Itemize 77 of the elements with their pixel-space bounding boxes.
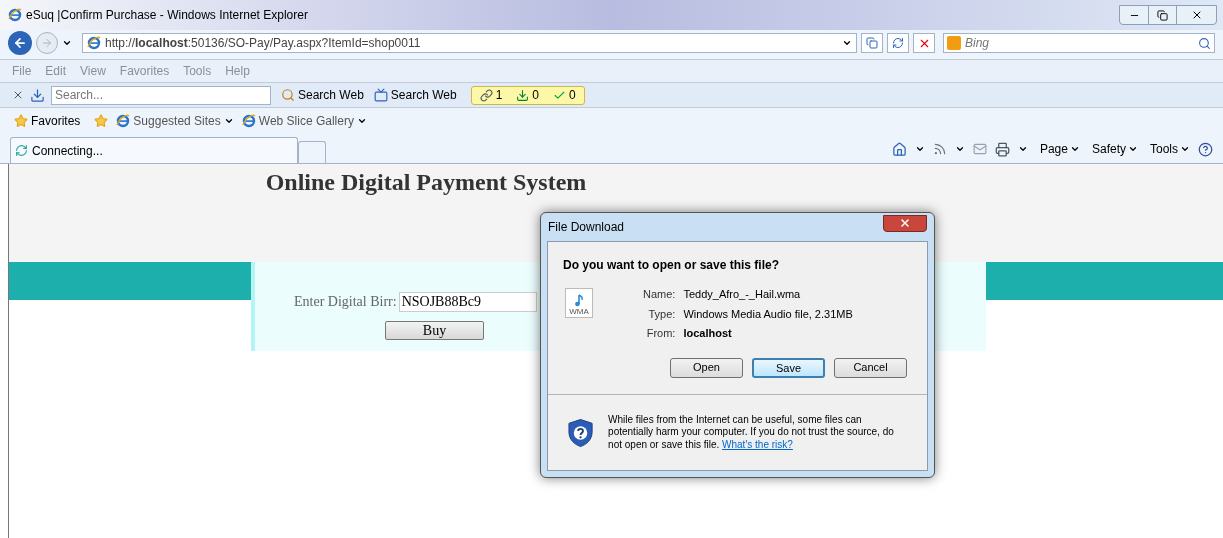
field-label: Enter Digital Birr: — [294, 293, 397, 311]
dialog-question: Do you want to open or save this file? — [563, 257, 781, 274]
detail-value: Windows Media Audio file, 2.31MB — [683, 306, 853, 322]
restore-icon — [1157, 9, 1168, 21]
search-input[interactable]: Bing — [965, 34, 1194, 52]
browser-logo-icon — [87, 36, 101, 50]
file-type-label: WMA — [569, 307, 589, 317]
music-note-icon — [574, 294, 584, 307]
refresh-button[interactable] — [887, 33, 909, 53]
caret-icon — [1069, 144, 1080, 154]
risk-link[interactable]: What's the risk? — [722, 438, 793, 450]
caret-icon — [1128, 144, 1138, 154]
caret-icon — [1180, 144, 1190, 154]
download-icon[interactable] — [30, 87, 45, 103]
browser-logo-icon — [241, 114, 256, 128]
counter[interactable]: 0 — [516, 86, 539, 104]
home-icon[interactable] — [891, 141, 907, 157]
browser-logo-icon — [116, 114, 131, 128]
refresh-icon — [892, 37, 904, 49]
stop-button[interactable] — [913, 33, 935, 53]
detail-label: Type: — [647, 306, 676, 322]
caret-icon[interactable] — [954, 144, 965, 154]
command-menu[interactable]: Tools — [1150, 140, 1190, 158]
buy-button[interactable]: Buy — [385, 321, 484, 340]
counter[interactable]: 1 — [479, 86, 503, 104]
detail-label: From: — [645, 326, 676, 341]
link-icon — [479, 88, 493, 102]
dialog-button[interactable]: Open — [670, 357, 743, 378]
tab-label: Connecting... — [32, 142, 103, 160]
caret-icon[interactable] — [62, 38, 72, 48]
search-field[interactable]: Bing — [943, 33, 1215, 53]
tv-icon — [373, 88, 388, 102]
browser-logo-icon — [8, 8, 22, 22]
digital-birr-field[interactable]: NSOJB88Bc9 — [398, 291, 537, 312]
caret-icon[interactable] — [914, 144, 925, 154]
address-field[interactable]: http://localhost:50136/SO-Pay/Pay.aspx?ItemId=shop0011 — [82, 33, 857, 53]
star-icon — [14, 114, 28, 128]
forward-arrow-icon — [41, 37, 53, 49]
dialog-title: File Download — [548, 219, 625, 236]
favorites-link[interactable]: Suggested Sites — [116, 112, 234, 130]
print-icon[interactable] — [994, 141, 1010, 157]
download-icon — [516, 88, 530, 102]
url-text: http://localhost:50136/SO-Pay/Pay.aspx?ItemId=shop0011 — [105, 35, 421, 52]
loading-icon — [15, 144, 28, 157]
search-icon — [281, 88, 295, 102]
detail-label: Name: — [643, 287, 676, 302]
page-heading: Online Digital Payment System — [265, 168, 587, 196]
search-icon[interactable] — [1198, 36, 1211, 50]
detail-value: Teddy_Afro_-_Hail.wma — [683, 287, 802, 302]
search-web-button[interactable]: Search Web — [281, 86, 364, 104]
command-menu[interactable]: Page — [1039, 140, 1080, 158]
feed-icon[interactable] — [932, 142, 947, 156]
caret-icon[interactable] — [356, 116, 367, 126]
command-menu[interactable]: Safety — [1091, 140, 1138, 158]
caret-icon[interactable] — [1017, 144, 1028, 154]
back-button[interactable] — [8, 31, 32, 55]
shield-question-icon — [568, 417, 594, 448]
dialog-button[interactable]: Save — [752, 357, 825, 378]
search-engine-icon — [947, 36, 961, 50]
detail-value: localhost — [683, 326, 733, 341]
warning-text: While files from the Internet can be useful, some files can potentially harm your computer. If you do not trust the source, do not open or save this file. What's the risk? — [608, 413, 895, 452]
toolbar-search-field[interactable]: Search... — [51, 85, 271, 105]
close-icon — [899, 217, 911, 229]
search-web-button[interactable]: Search Web — [373, 86, 457, 104]
back-arrow-icon — [13, 36, 27, 50]
browser-tab[interactable]: Connecting... — [10, 137, 298, 163]
caret-icon[interactable] — [842, 38, 852, 48]
caret-icon[interactable] — [223, 116, 234, 126]
dialog-close-button[interactable] — [883, 214, 927, 232]
favorites-link[interactable]: Web Slice Gallery — [241, 112, 367, 130]
window-title: eSuq |Confirm Purchase - Windows Internet Explorer — [26, 7, 308, 24]
counter[interactable]: 0 — [553, 86, 576, 104]
favorites-button[interactable]: Favorites — [14, 112, 81, 130]
help-icon[interactable] — [1198, 141, 1213, 157]
pages-icon — [866, 37, 878, 49]
close-toolbar-icon[interactable] — [12, 89, 24, 101]
dialog-button[interactable]: Cancel — [834, 357, 907, 378]
